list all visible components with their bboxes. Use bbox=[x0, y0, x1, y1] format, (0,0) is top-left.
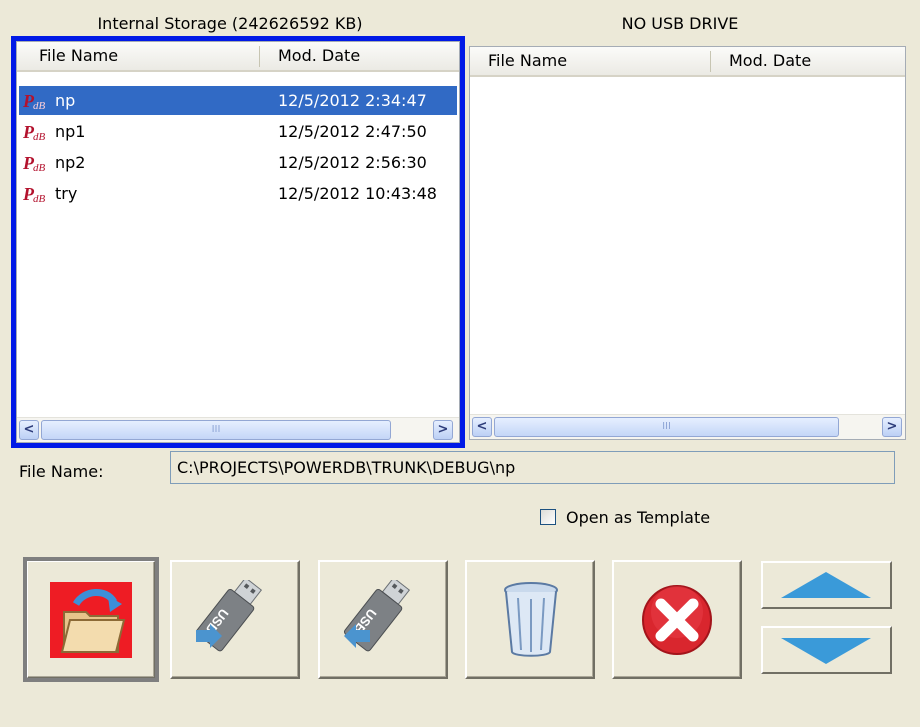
usb-list-header: File Name Mod. Date bbox=[470, 47, 905, 77]
close-icon bbox=[642, 585, 712, 655]
usb-horizontal-scrollbar[interactable]: < III > bbox=[470, 414, 905, 439]
scroll-right-button[interactable]: > bbox=[882, 417, 902, 437]
column-divider[interactable] bbox=[710, 51, 711, 72]
cancel-button[interactable] bbox=[612, 560, 742, 679]
usb-drive-title: NO USB DRIVE bbox=[621, 14, 739, 33]
trash-icon bbox=[504, 582, 558, 657]
file-name-field[interactable]: C:\PROJECTS\POWERDB\TRUNK\DEBUG\np bbox=[170, 451, 895, 484]
triangle-up-icon bbox=[781, 572, 871, 598]
copy-to-usb-button[interactable]: USB bbox=[170, 560, 300, 679]
scrollbar-thumb[interactable]: III bbox=[494, 417, 839, 437]
scroll-up-button[interactable] bbox=[761, 561, 892, 609]
internal-storage-title: Internal Storage (242626592 KB) bbox=[97, 14, 363, 33]
scroll-left-button[interactable]: < bbox=[472, 417, 492, 437]
usb-file-list[interactable]: File Name Mod. Date < III > bbox=[469, 46, 906, 440]
focus-highlight bbox=[11, 36, 465, 448]
triangle-down-icon bbox=[781, 638, 871, 664]
file-name-label: File Name: bbox=[19, 462, 104, 481]
copy-from-usb-button[interactable]: USB bbox=[318, 560, 448, 679]
open-as-template-label[interactable]: Open as Template bbox=[566, 508, 710, 527]
scroll-down-button[interactable] bbox=[761, 626, 892, 674]
column-header-file-name[interactable]: File Name bbox=[480, 47, 710, 75]
column-header-mod-date[interactable]: Mod. Date bbox=[721, 47, 901, 75]
open-button[interactable] bbox=[23, 557, 159, 682]
usb-export-icon: USB bbox=[195, 580, 263, 652]
open-folder-icon bbox=[50, 582, 132, 658]
open-as-template-checkbox[interactable] bbox=[540, 509, 556, 525]
delete-button[interactable] bbox=[465, 560, 595, 679]
usb-import-icon: USB bbox=[343, 580, 411, 652]
